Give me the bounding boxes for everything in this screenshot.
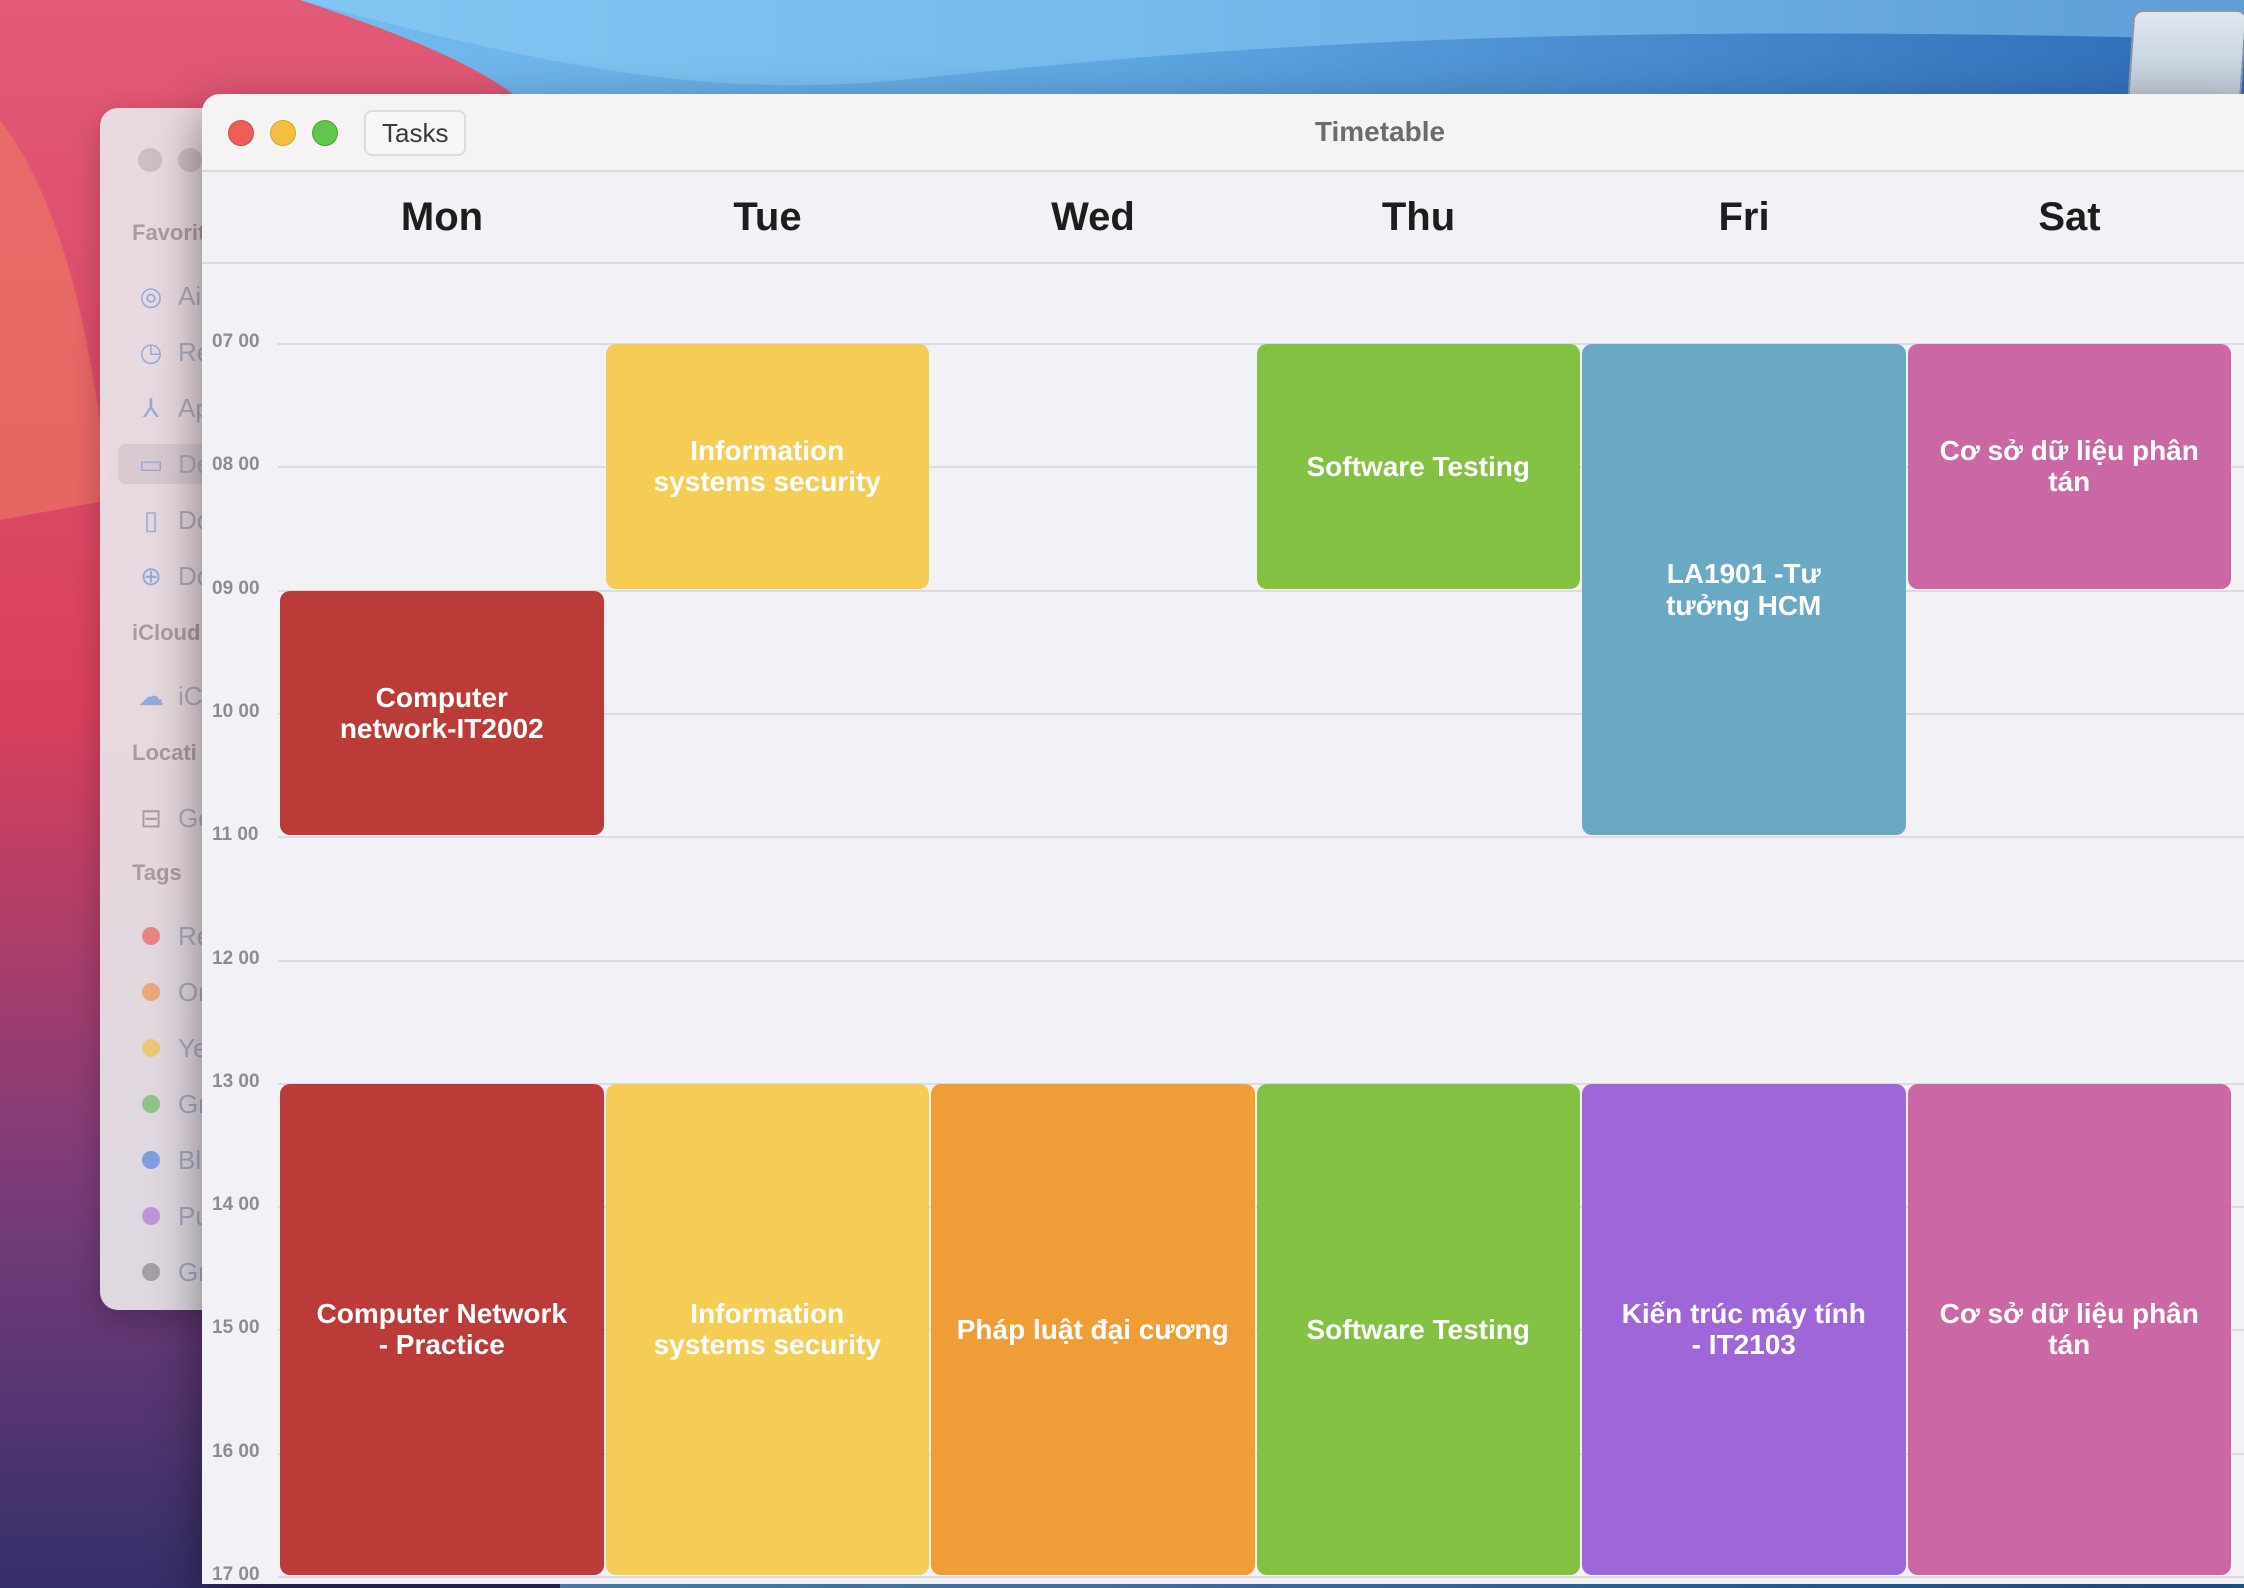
finder-tag-item[interactable]: Or <box>136 972 207 1012</box>
finder-item-documents[interactable]: ▯ Do <box>136 500 211 540</box>
finder-tag-item[interactable]: Gr <box>136 1084 207 1124</box>
hour-label: 12 00 <box>212 947 260 969</box>
day-header-sat: Sat <box>2038 195 2101 239</box>
finder-traffic-lights <box>138 148 202 172</box>
tag-color-dot <box>142 1151 160 1169</box>
airdrop-icon: ◎ <box>139 281 163 311</box>
finder-tag-item[interactable]: Re <box>136 916 211 956</box>
hour-gridline <box>278 1576 2244 1578</box>
finder-tag-item[interactable]: Ye <box>136 1028 207 1068</box>
finder-item-airdrop[interactable]: ◎ Ai <box>136 276 201 316</box>
finder-item-downloads[interactable]: ⊕ Do <box>136 556 211 596</box>
day-header-mon: Mon <box>400 195 484 239</box>
finder-minimize-button[interactable] <box>178 148 202 172</box>
finder-tag-item[interactable]: Bl <box>136 1140 201 1180</box>
drive-icon: ⊟ <box>140 803 162 833</box>
finder-section-favorites: Favorit <box>132 220 206 245</box>
event-block[interactable]: Computer Network - Practice <box>280 1083 604 1575</box>
event-block[interactable]: Computer network-IT2002 <box>280 590 604 836</box>
hour-label: 16 00 <box>212 1440 260 1462</box>
window-title: Timetable <box>1314 116 1446 147</box>
documents-icon: ▯ <box>143 505 159 535</box>
hour-label: 14 00 <box>212 1194 260 1216</box>
timetable-grid: 07 00 08 00 09 00 10 00 11 00 12 00 13 00 14 00… <box>202 264 2244 1584</box>
finder-item-recents[interactable]: ◷ Re <box>136 332 212 372</box>
hour-label: 17 00 <box>212 1564 260 1584</box>
title-bar: Timetable Tasks <box>202 94 2244 172</box>
tag-color-dot <box>142 983 160 1001</box>
hour-label: 10 00 <box>212 700 260 722</box>
finder-item-icloud[interactable]: ☁ iC <box>136 676 203 716</box>
day-header-tue: Tue <box>733 195 802 239</box>
finder-tag-label: Bl <box>178 1144 202 1175</box>
event-block[interactable]: LA1901 -Tư tưởng HCM <box>1582 344 1906 836</box>
finder-tag-item[interactable]: Al <box>136 1308 201 1310</box>
tag-color-dot <box>142 1263 160 1281</box>
hour-label: 13 00 <box>212 1070 260 1092</box>
finder-section-locations: Locati <box>132 740 197 765</box>
event-block[interactable]: Pháp luật đại cương <box>931 1083 1255 1575</box>
tag-color-dot <box>142 1207 160 1225</box>
event-block[interactable]: Kiến trúc máy tính - IT2103 <box>1582 1083 1906 1575</box>
day-header-row: Mon Tue Wed Thu Fri Sat <box>202 172 2244 264</box>
icloud-icon: ☁ <box>138 681 164 711</box>
timetable-window: Timetable Tasks Mon Tue Wed Thu Fri Sat 07 00… <box>202 94 2244 1584</box>
hour-label: 11 00 <box>212 824 259 846</box>
recents-icon: ◷ <box>139 337 163 367</box>
event-block[interactable]: Software Testing <box>1256 1083 1580 1575</box>
event-block[interactable]: Information systems security <box>605 1083 929 1575</box>
hour-label: 07 00 <box>212 331 260 352</box>
downloads-icon: ⊕ <box>140 561 162 591</box>
hour-label: 08 00 <box>212 454 260 476</box>
finder-item-applications[interactable]: ⅄ Ap <box>136 388 210 428</box>
day-header-thu: Thu <box>1381 195 1456 239</box>
finder-tag-item[interactable]: Gr <box>136 1252 207 1292</box>
event-block[interactable]: Software Testing <box>1256 344 1580 589</box>
finder-section-tags: Tags <box>132 860 182 885</box>
hour-label: 15 00 <box>212 1317 260 1339</box>
finder-item-label: Ai <box>178 280 202 311</box>
tasks-button[interactable]: Tasks <box>364 110 467 156</box>
tag-color-dot <box>142 927 160 945</box>
finder-close-button[interactable] <box>138 148 162 172</box>
finder-item-label: iC <box>178 680 203 711</box>
day-header-wed: Wed <box>1051 195 1135 239</box>
hour-gridline <box>278 959 2244 962</box>
day-header-fri: Fri <box>1718 195 1770 239</box>
tag-color-dot <box>142 1095 160 1113</box>
event-block[interactable]: Cơ sở dữ liệu phân tán <box>1907 1083 2231 1575</box>
finder-tag-item[interactable]: Pu <box>136 1196 210 1236</box>
applications-icon: ⅄ <box>143 393 159 423</box>
finder-section-icloud: iCloud <box>132 620 201 645</box>
event-block[interactable]: Information systems security <box>605 344 929 589</box>
hour-gridline <box>278 836 2244 839</box>
hour-label: 09 00 <box>212 577 260 599</box>
event-block[interactable]: Cơ sở dữ liệu phân tán <box>1907 344 2231 589</box>
desktop-icon: ▭ <box>138 449 164 479</box>
tag-color-dot <box>142 1039 160 1057</box>
